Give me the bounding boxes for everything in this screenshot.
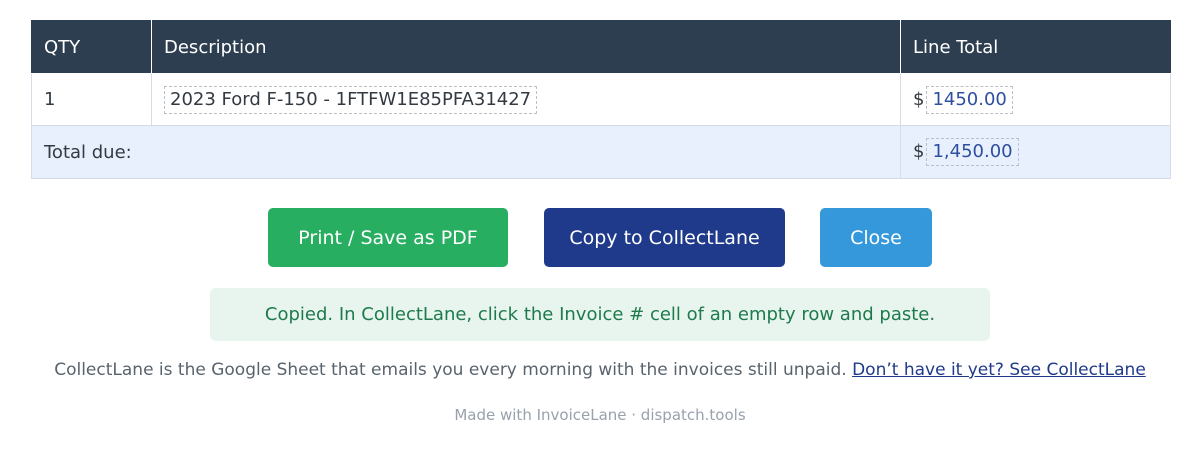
promo-line: CollectLane is the Google Sheet that ema… [0,358,1200,382]
total-due-field[interactable]: 1,450.00 [926,138,1019,166]
qty-column-header: QTY [31,20,152,74]
description-cell: 2023 Ford F-150 - 1FTFW1E85PFA31427 [151,73,901,126]
copied-notice: Copied. In CollectLane, click the Invoic… [210,288,990,341]
qty-cell: 1 [31,73,152,126]
description-field[interactable]: 2023 Ford F-150 - 1FTFW1E85PFA31427 [164,85,538,114]
currency-symbol: $ [913,141,925,162]
table-header-row: QTY Description Line Total [31,20,1171,74]
promo-text: CollectLane is the Google Sheet that ema… [54,360,847,380]
total-row: Total due: $1,450.00 [31,125,1171,179]
line-total-cell: $1450.00 [900,73,1171,126]
copied-notice-text: Copied. In CollectLane, click the Invoic… [264,304,936,325]
print-save-pdf-button[interactable]: Print / Save as PDF [268,208,508,267]
see-collectlane-link[interactable]: Don’t have it yet? See CollectLane [852,360,1146,380]
invoice-table: QTY Description Line Total 1 2023 Ford F… [31,20,1171,179]
close-button[interactable]: Close [820,208,932,267]
description-column-header: Description [151,20,901,74]
total-due-cell: $1,450.00 [900,125,1171,179]
invoice-page: QTY Description Line Total 1 2023 Ford F… [0,0,1200,461]
copy-to-collectlane-button[interactable]: Copy to CollectLane [544,208,785,267]
currency-symbol: $ [913,88,925,110]
table-row: 1 2023 Ford F-150 - 1FTFW1E85PFA31427 $1… [31,73,1171,126]
line-total-column-header: Line Total [900,20,1171,74]
made-with-footer: Made with InvoiceLane · dispatch.tools [454,406,746,424]
line-total-field[interactable]: 1450.00 [926,85,1013,114]
total-due-label: Total due: [31,125,901,179]
